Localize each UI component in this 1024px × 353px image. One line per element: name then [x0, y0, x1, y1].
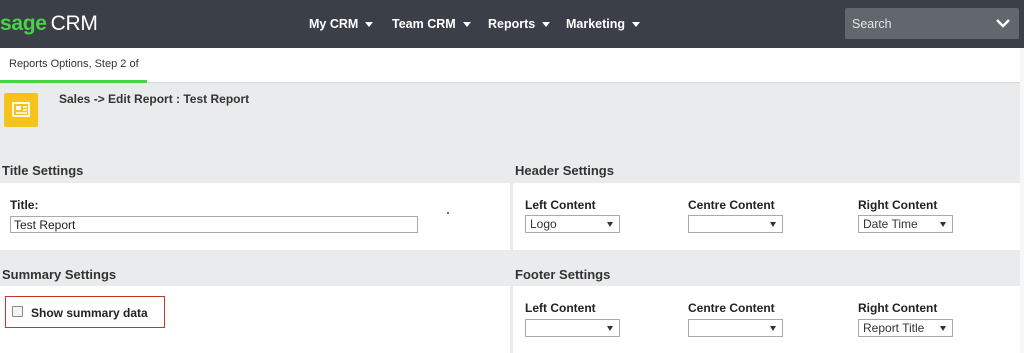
header-centre-content-select[interactable]	[688, 215, 783, 233]
chevron-down-icon[interactable]	[996, 17, 1010, 29]
footer-centre-content-label: Centre Content	[688, 301, 775, 315]
caret-down-icon	[365, 21, 374, 27]
nav-my-crm-label: My CRM	[309, 17, 359, 31]
footer-left-content-select[interactable]	[525, 319, 620, 337]
show-summary-data-checkbox[interactable]	[12, 306, 23, 317]
show-summary-data-label: Show summary data	[31, 306, 148, 320]
dropdown-arrow-icon	[607, 326, 613, 331]
dropdown-arrow-icon	[607, 222, 613, 227]
header-right-content-value: Date Time	[863, 217, 918, 231]
search-box	[845, 8, 1019, 39]
breadcrumb-area: Sales -> Edit Report : Test Report	[0, 84, 1024, 159]
title-settings-heading: Title Settings	[2, 163, 84, 178]
header-settings-heading: Header Settings	[515, 163, 614, 178]
report-icon-graphic	[12, 102, 30, 117]
dropdown-arrow-icon	[940, 326, 946, 331]
sage-crm-logo[interactable]: sage CRM	[0, 10, 98, 38]
nav-reports-label: Reports	[488, 17, 536, 31]
header-right-content-select[interactable]: Date Time	[858, 215, 953, 233]
header-centre-content-label: Centre Content	[688, 198, 775, 212]
title-input[interactable]	[10, 216, 418, 233]
header-left-content-select[interactable]: Logo	[525, 215, 620, 233]
title-settings-panel: Title:	[0, 183, 510, 250]
nav-marketing[interactable]: Marketing	[566, 0, 641, 48]
search-input[interactable]	[845, 8, 985, 39]
header-left-content-value: Logo	[530, 217, 557, 231]
nav-team-crm-label: Team CRM	[392, 17, 456, 31]
footer-left-content-label: Left Content	[525, 301, 596, 315]
footer-right-content-value: Report Title	[863, 321, 925, 335]
footer-settings-heading: Footer Settings	[515, 267, 611, 282]
caret-down-icon	[462, 21, 471, 27]
summary-settings-heading: Summary Settings	[2, 267, 117, 282]
dropdown-arrow-icon	[940, 222, 946, 227]
breadcrumb: Sales -> Edit Report : Test Report	[59, 92, 250, 106]
nav-my-crm[interactable]: My CRM	[309, 0, 374, 48]
dropdown-arrow-icon	[770, 326, 776, 331]
header-left-content-label: Left Content	[525, 198, 596, 212]
nav-team-crm[interactable]: Team CRM	[392, 0, 471, 48]
top-navigation-bar: sage CRM My CRM Team CRM Reports Marketin…	[0, 0, 1024, 48]
right-edge-scroll-gutter	[1020, 48, 1024, 353]
header-right-content-label: Right Content	[858, 198, 938, 212]
footer-right-content-label: Right Content	[858, 301, 938, 315]
stray-dot	[447, 212, 449, 214]
report-icon	[4, 93, 38, 127]
footer-settings-panel: Left Content Centre Content Right Conten…	[513, 286, 1020, 353]
title-label: Title:	[10, 198, 39, 212]
dropdown-arrow-icon	[770, 222, 776, 227]
caret-down-icon	[542, 21, 551, 27]
tab-report-options[interactable]: Reports Options, Step 2 of 2	[0, 48, 147, 102]
tab-strip: Reports Options, Step 2 of 2	[0, 48, 1024, 102]
show-summary-data-option[interactable]: Show summary data	[5, 296, 165, 328]
logo-crm-text: CRM	[50, 12, 98, 35]
logo-sage-text: sage	[0, 12, 47, 35]
footer-right-content-select[interactable]: Report Title	[858, 319, 953, 337]
nav-reports[interactable]: Reports	[488, 0, 551, 48]
nav-marketing-label: Marketing	[566, 17, 626, 31]
caret-down-icon	[632, 21, 641, 27]
footer-centre-content-select[interactable]	[688, 319, 783, 337]
header-settings-panel: Left Content Logo Centre Content Right C…	[513, 183, 1020, 250]
